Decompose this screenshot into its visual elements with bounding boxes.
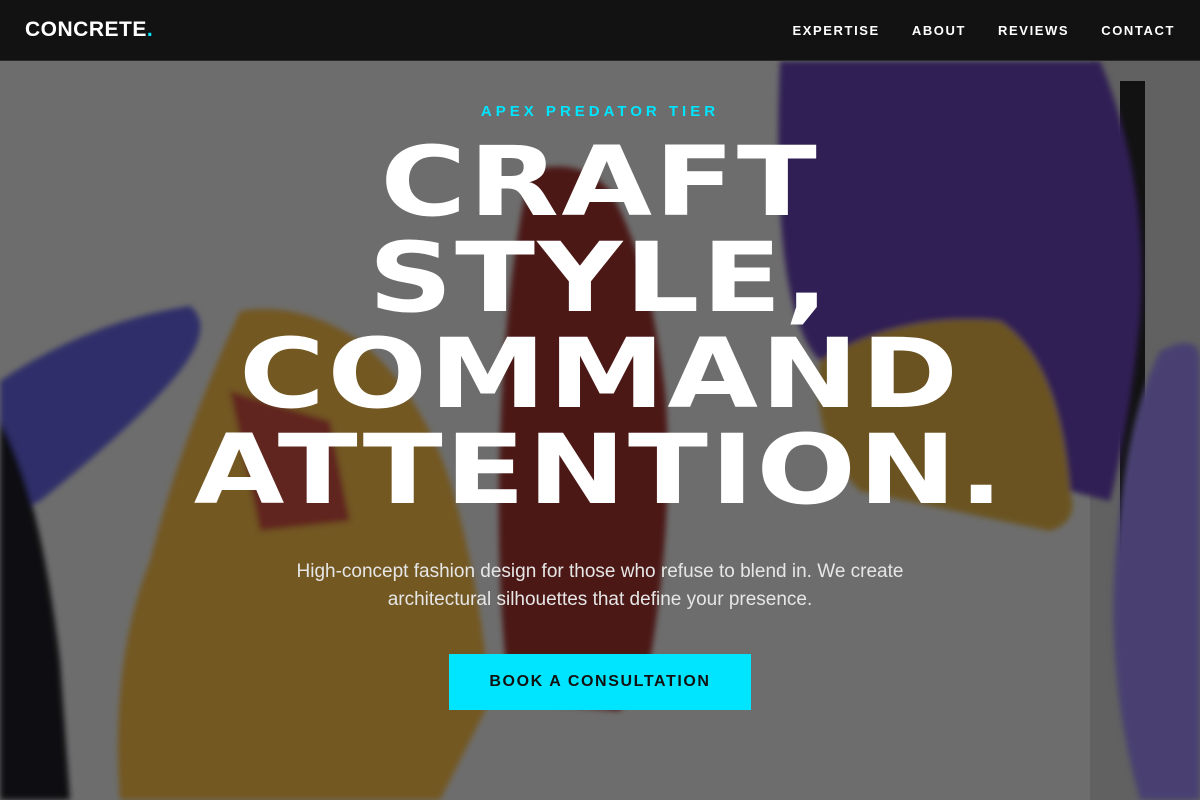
headline-line-4: ATTENTION. xyxy=(194,414,1006,526)
nav-link-expertise[interactable]: EXPERTISE xyxy=(792,23,879,38)
nav-links: EXPERTISE ABOUT REVIEWS CONTACT xyxy=(792,23,1175,38)
brand-name: CONCRETE xyxy=(25,18,147,41)
headline-line-1: CRAFT xyxy=(380,126,820,238)
nav-link-about[interactable]: ABOUT xyxy=(912,23,966,38)
nav-link-reviews[interactable]: REVIEWS xyxy=(998,23,1069,38)
headline-line-3: COMMAND xyxy=(239,318,961,430)
hero-content: APEX PREDATOR TIER CRAFT STYLE, COMMAND … xyxy=(0,61,1200,800)
hero-subtitle: High-concept fashion design for those wh… xyxy=(296,561,904,610)
nav-link-contact[interactable]: CONTACT xyxy=(1101,23,1175,38)
brand-logo[interactable]: CONCRETE. xyxy=(25,18,153,42)
top-navigation: CONCRETE. EXPERTISE ABOUT REVIEWS CONTAC… xyxy=(0,0,1200,61)
hero-section: APEX PREDATOR TIER CRAFT STYLE, COMMAND … xyxy=(0,61,1200,800)
headline-line-2: STYLE, xyxy=(368,222,832,334)
hero-headline: CRAFT STYLE, COMMAND ATTENTION. xyxy=(194,134,1004,518)
hero-eyebrow: APEX PREDATOR TIER xyxy=(480,103,720,120)
book-consultation-button[interactable]: BOOK A CONSULTATION xyxy=(449,654,751,710)
brand-dot: . xyxy=(146,18,154,41)
